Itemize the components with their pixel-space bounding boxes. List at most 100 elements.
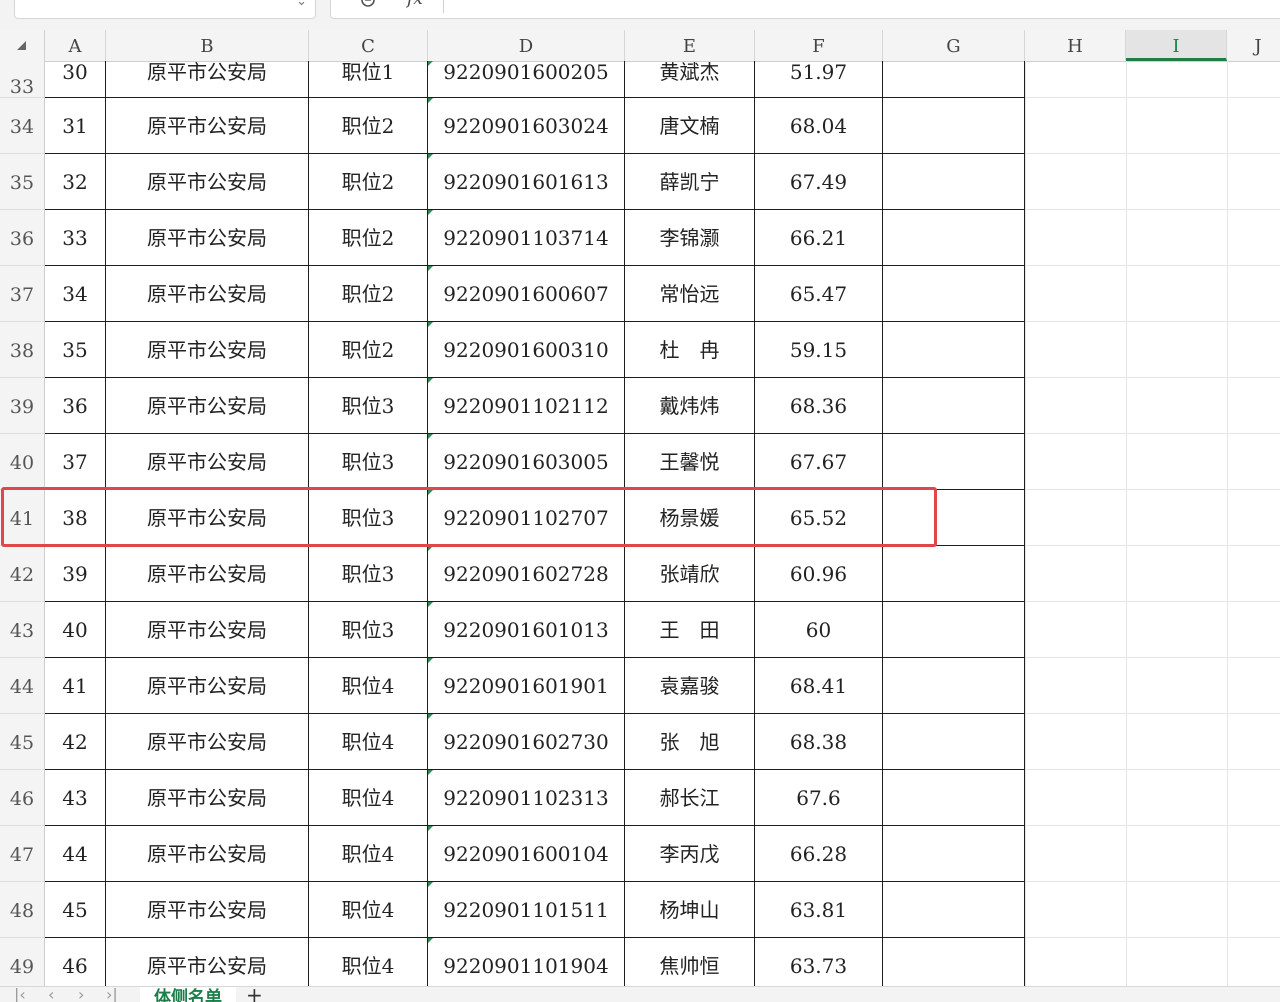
score-cell[interactable]: 59.15 bbox=[755, 322, 883, 378]
first-sheet-icon[interactable]: |‹ bbox=[14, 987, 26, 1002]
position-cell[interactable]: 职位3 bbox=[309, 434, 428, 490]
name-cell[interactable]: 王馨悦 bbox=[625, 434, 755, 490]
row-header[interactable]: 46 bbox=[0, 770, 45, 826]
empty-cell[interactable] bbox=[883, 658, 1025, 714]
score-cell[interactable]: 67.67 bbox=[755, 434, 883, 490]
row-header[interactable]: 37 bbox=[0, 266, 45, 322]
name-cell[interactable]: 杨景媛 bbox=[625, 490, 755, 546]
row-header[interactable]: 47 bbox=[0, 826, 45, 882]
unit-cell[interactable]: 原平市公安局 bbox=[106, 266, 309, 322]
empty-cell[interactable] bbox=[883, 770, 1025, 826]
score-cell[interactable]: 68.04 bbox=[755, 98, 883, 154]
name-cell[interactable]: 郝长江 bbox=[625, 770, 755, 826]
exam-id-cell[interactable]: 9220901101511 bbox=[428, 882, 625, 938]
score-cell[interactable]: 67.6 bbox=[755, 770, 883, 826]
score-cell[interactable]: 60 bbox=[755, 602, 883, 658]
position-cell[interactable]: 职位4 bbox=[309, 658, 428, 714]
name-cell[interactable]: 李锦灏 bbox=[625, 210, 755, 266]
score-cell[interactable]: 68.38 bbox=[755, 714, 883, 770]
position-cell[interactable]: 职位4 bbox=[309, 882, 428, 938]
column-header-g[interactable]: G bbox=[883, 30, 1025, 61]
row-header[interactable]: 43 bbox=[0, 602, 45, 658]
name-cell[interactable]: 薛凯宁 bbox=[625, 154, 755, 210]
exam-id-cell[interactable]: 9220901600310 bbox=[428, 322, 625, 378]
unit-cell[interactable]: 原平市公安局 bbox=[106, 714, 309, 770]
name-box[interactable]: ⌄ bbox=[14, 0, 316, 19]
seq-cell[interactable]: 44 bbox=[45, 826, 106, 882]
exam-id-cell[interactable]: 9220901601013 bbox=[428, 602, 625, 658]
position-cell[interactable]: 职位2 bbox=[309, 154, 428, 210]
unit-cell[interactable]: 原平市公安局 bbox=[106, 322, 309, 378]
exam-id-cell[interactable]: 9220901600104 bbox=[428, 826, 625, 882]
name-cell[interactable]: 杨坤山 bbox=[625, 882, 755, 938]
unit-cell[interactable]: 原平市公安局 bbox=[106, 434, 309, 490]
column-header-b[interactable]: B bbox=[106, 30, 309, 61]
score-cell[interactable]: 65.52 bbox=[755, 490, 883, 546]
position-cell[interactable]: 职位4 bbox=[309, 826, 428, 882]
exam-id-cell[interactable]: 9220901101904 bbox=[428, 938, 625, 986]
unit-cell[interactable]: 原平市公安局 bbox=[106, 602, 309, 658]
unit-cell[interactable]: 原平市公安局 bbox=[106, 154, 309, 210]
position-cell[interactable]: 职位2 bbox=[309, 210, 428, 266]
exam-id-cell[interactable]: 9220901603024 bbox=[428, 98, 625, 154]
name-cell[interactable]: 杜 冉 bbox=[625, 322, 755, 378]
position-cell[interactable]: 职位2 bbox=[309, 266, 428, 322]
unit-cell[interactable]: 原平市公安局 bbox=[106, 770, 309, 826]
unit-cell[interactable]: 原平市公安局 bbox=[106, 658, 309, 714]
score-cell[interactable]: 51.97 bbox=[755, 61, 883, 98]
column-header-j[interactable]: J bbox=[1227, 30, 1280, 61]
position-cell[interactable]: 职位2 bbox=[309, 322, 428, 378]
unit-cell[interactable]: 原平市公安局 bbox=[106, 546, 309, 602]
unit-cell[interactable]: 原平市公安局 bbox=[106, 210, 309, 266]
column-header-i[interactable]: I bbox=[1126, 30, 1227, 61]
zoom-icon[interactable] bbox=[361, 0, 377, 12]
score-cell[interactable]: 60.96 bbox=[755, 546, 883, 602]
position-cell[interactable]: 职位4 bbox=[309, 770, 428, 826]
exam-id-cell[interactable]: 9220901600205 bbox=[428, 61, 625, 98]
position-cell[interactable]: 职位3 bbox=[309, 378, 428, 434]
name-cell[interactable]: 唐文楠 bbox=[625, 98, 755, 154]
empty-cell[interactable] bbox=[883, 882, 1025, 938]
seq-cell[interactable]: 41 bbox=[45, 658, 106, 714]
chevron-down-icon[interactable]: ⌄ bbox=[296, 0, 307, 9]
empty-cell[interactable] bbox=[883, 826, 1025, 882]
row-header[interactable]: 35 bbox=[0, 154, 45, 210]
column-header-c[interactable]: C bbox=[309, 30, 428, 61]
row-header[interactable]: 41 bbox=[0, 490, 45, 546]
cell-grid[interactable]: 30 原平市公安局 职位1 9220901600205 黄斌杰 51.97 31 原平市公安局… bbox=[45, 61, 1280, 986]
exam-id-cell[interactable]: 9220901102313 bbox=[428, 770, 625, 826]
empty-cell[interactable] bbox=[883, 98, 1025, 154]
empty-cell[interactable] bbox=[883, 546, 1025, 602]
seq-cell[interactable]: 36 bbox=[45, 378, 106, 434]
empty-cell[interactable] bbox=[883, 938, 1025, 986]
seq-cell[interactable]: 34 bbox=[45, 266, 106, 322]
name-cell[interactable]: 常怡远 bbox=[625, 266, 755, 322]
seq-cell[interactable]: 42 bbox=[45, 714, 106, 770]
score-cell[interactable]: 68.36 bbox=[755, 378, 883, 434]
row-header[interactable]: 34 bbox=[0, 98, 45, 154]
seq-cell[interactable]: 40 bbox=[45, 602, 106, 658]
next-sheet-icon[interactable]: › bbox=[78, 987, 84, 1002]
exam-id-cell[interactable]: 9220901601901 bbox=[428, 658, 625, 714]
position-cell[interactable]: 职位4 bbox=[309, 938, 428, 986]
empty-cell[interactable] bbox=[883, 434, 1025, 490]
unit-cell[interactable]: 原平市公安局 bbox=[106, 826, 309, 882]
empty-cell[interactable] bbox=[883, 154, 1025, 210]
column-header-f[interactable]: F bbox=[755, 30, 883, 61]
score-cell[interactable]: 67.49 bbox=[755, 154, 883, 210]
exam-id-cell[interactable]: 9220901601613 bbox=[428, 154, 625, 210]
seq-cell[interactable]: 45 bbox=[45, 882, 106, 938]
score-cell[interactable]: 68.41 bbox=[755, 658, 883, 714]
empty-cell[interactable] bbox=[883, 266, 1025, 322]
seq-cell[interactable]: 43 bbox=[45, 770, 106, 826]
select-all-corner[interactable] bbox=[0, 30, 45, 61]
name-cell[interactable]: 黄斌杰 bbox=[625, 61, 755, 98]
unit-cell[interactable]: 原平市公安局 bbox=[106, 61, 309, 98]
position-cell[interactable]: 职位1 bbox=[309, 61, 428, 98]
exam-id-cell[interactable]: 9220901103714 bbox=[428, 210, 625, 266]
position-cell[interactable]: 职位3 bbox=[309, 546, 428, 602]
exam-id-cell[interactable]: 9220901602728 bbox=[428, 546, 625, 602]
row-header[interactable]: 39 bbox=[0, 378, 45, 434]
row-header[interactable]: 40 bbox=[0, 434, 45, 490]
position-cell[interactable]: 职位3 bbox=[309, 602, 428, 658]
